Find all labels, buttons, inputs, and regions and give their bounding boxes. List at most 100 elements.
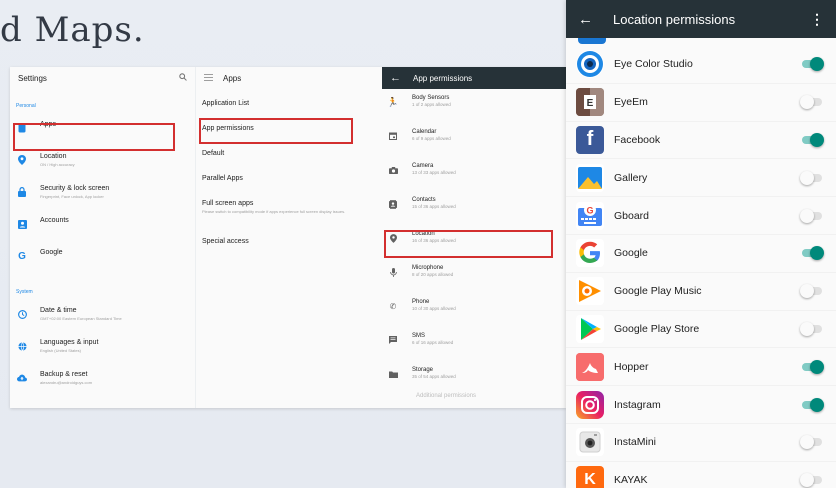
permission-count: 6 of 9 apps allowed xyxy=(412,136,451,141)
app-row[interactable]: Gallery xyxy=(566,159,836,198)
app-name: Google xyxy=(614,247,648,260)
account-icon xyxy=(16,218,28,230)
settings-pane: Settings Personal Apps Location ON / High… xyxy=(10,67,195,408)
globe-icon xyxy=(16,340,28,352)
back-arrow-icon[interactable]: ← xyxy=(578,11,593,28)
location-permissions-screen: ← Location permissions ⋮ Eye Color Studi… xyxy=(566,0,836,488)
camera-icon xyxy=(388,165,398,175)
apps-item-parallel-apps[interactable]: Parallel Apps xyxy=(196,168,382,193)
permission-count: 15 of 36 apps allowed xyxy=(412,204,456,209)
instagram-icon xyxy=(576,390,604,419)
app-name: Gallery xyxy=(614,171,648,184)
highlight-location xyxy=(384,230,553,258)
settings-toolbar: Settings xyxy=(10,67,195,89)
app-name: Eye Color Studio xyxy=(614,58,693,71)
settings-item-label: Languages & input xyxy=(40,339,99,346)
location-toggle[interactable] xyxy=(800,95,824,110)
app-row[interactable]: Google xyxy=(566,235,836,273)
settings-item-backup[interactable]: Backup & reset alexandru@androidguys.com xyxy=(10,365,195,397)
section-system: System xyxy=(16,289,33,295)
more-vert-icon[interactable]: ⋮ xyxy=(810,11,824,28)
settings-item-google[interactable]: G Google xyxy=(10,243,195,275)
app-row[interactable]: Instagram xyxy=(566,386,836,424)
settings-item-date-time[interactable]: Date & time GMT+02:00 Eastern European St… xyxy=(10,301,195,333)
app-row[interactable]: G Gboard xyxy=(566,197,836,235)
location-toggle[interactable] xyxy=(800,359,824,374)
app-name: EyeEm xyxy=(614,96,648,109)
page-heading: d Maps. xyxy=(0,10,145,50)
permission-count: 35 of 54 apps allowed xyxy=(412,374,456,379)
sms-icon xyxy=(388,335,398,345)
settings-item-sub: English (United States) xyxy=(40,348,81,353)
settings-item-sub: GMT+02:00 Eastern European Standard Time xyxy=(40,316,122,321)
permission-camera[interactable]: Camera 13 of 33 apps allowed xyxy=(382,157,566,191)
app-row[interactable]: Google Play Music xyxy=(566,273,836,311)
location-toggle[interactable] xyxy=(800,397,824,412)
eyeem-icon: E xyxy=(576,88,604,117)
svg-text:E: E xyxy=(587,98,594,109)
search-icon[interactable] xyxy=(179,73,187,83)
app-row[interactable]: f Facebook xyxy=(566,122,836,160)
calendar-icon xyxy=(388,131,398,141)
app-row[interactable]: Eye Color Studio xyxy=(566,46,836,84)
app-row[interactable]: Hopper xyxy=(566,348,836,387)
apps-item-label: Parallel Apps xyxy=(202,175,243,182)
body-sensors-icon: 🏃 xyxy=(387,96,399,107)
microphone-icon xyxy=(388,267,398,277)
permission-label: SMS xyxy=(412,333,426,339)
permission-contacts[interactable]: Contacts 15 of 36 apps allowed xyxy=(382,191,566,225)
location-toggle[interactable] xyxy=(800,57,824,72)
partial-app-icon xyxy=(578,38,606,44)
apps-item-application-list[interactable]: Application List xyxy=(196,93,382,118)
settings-item-label: Accounts xyxy=(40,217,69,224)
location-toggle[interactable] xyxy=(800,246,824,261)
apps-item-default[interactable]: Default xyxy=(196,143,382,168)
app-row[interactable]: E EyeEm xyxy=(566,84,836,122)
app-name: InstaMini xyxy=(614,436,657,449)
apps-item-special-access[interactable]: Special access xyxy=(196,231,382,256)
location-toggle[interactable] xyxy=(800,435,824,450)
settings-item-security[interactable]: Security & lock screen Fingerprint, Face … xyxy=(10,179,195,211)
location-toggle[interactable] xyxy=(800,208,824,223)
menu-icon[interactable] xyxy=(204,73,213,83)
back-arrow-icon[interactable]: ← xyxy=(390,72,401,84)
apps-item-sub: Please switch to compatibility mode if a… xyxy=(202,209,346,214)
location-toggle[interactable] xyxy=(800,170,824,185)
additional-permissions-cut[interactable]: Additional permissions xyxy=(382,393,566,399)
eye-color-studio-icon xyxy=(576,50,604,79)
location-toggle[interactable] xyxy=(800,321,824,336)
gboard-icon: G xyxy=(576,201,604,230)
app-name: KAYAK xyxy=(614,474,648,487)
settings-item-label: Security & lock screen xyxy=(40,185,110,192)
permission-count: 13 of 33 apps allowed xyxy=(412,170,456,175)
location-toggle[interactable] xyxy=(800,132,824,147)
permission-sms[interactable]: SMS 6 of 16 apps allowed xyxy=(382,327,566,361)
app-row[interactable]: K KAYAK xyxy=(566,462,836,488)
permission-label: Camera xyxy=(412,163,434,169)
settings-item-label: Location xyxy=(40,153,67,160)
apps-item-full-screen-apps[interactable]: Full screen apps Please switch to compati… xyxy=(196,193,382,231)
apps-toolbar: Apps xyxy=(196,67,382,89)
settings-item-accounts[interactable]: Accounts xyxy=(10,211,195,243)
app-name: Hopper xyxy=(614,360,649,373)
section-personal: Personal xyxy=(16,103,36,109)
location-toggle[interactable] xyxy=(800,284,824,299)
permission-calendar[interactable]: Calendar 6 of 9 apps allowed xyxy=(382,123,566,157)
permission-label: Microphone xyxy=(412,265,444,271)
location-permissions-title: Location permissions xyxy=(613,11,736,27)
location-toggle[interactable] xyxy=(800,473,824,488)
google-icon xyxy=(576,239,604,268)
permission-body-sensors[interactable]: 🏃 Body Sensors 1 of 2 apps allowed xyxy=(382,89,566,123)
app-row[interactable]: InstaMini xyxy=(566,424,836,462)
location-permissions-toolbar: ← Location permissions ⋮ xyxy=(566,0,836,38)
settings-item-location[interactable]: Location ON / High accuracy xyxy=(10,147,195,179)
permission-label: Calendar xyxy=(412,129,437,135)
settings-item-languages[interactable]: Languages & input English (United States) xyxy=(10,333,195,365)
permission-phone[interactable]: ✆ Phone 10 of 30 apps allowed xyxy=(382,293,566,327)
app-row[interactable]: Google Play Store xyxy=(566,311,836,349)
apps-item-label: Application List xyxy=(202,100,250,107)
app-name: Google Play Music xyxy=(614,285,702,298)
permission-microphone[interactable]: Microphone 8 of 20 apps allowed xyxy=(382,259,566,293)
permission-storage[interactable]: Storage 35 of 54 apps allowed xyxy=(382,361,566,395)
app-name: Instagram xyxy=(614,398,661,411)
